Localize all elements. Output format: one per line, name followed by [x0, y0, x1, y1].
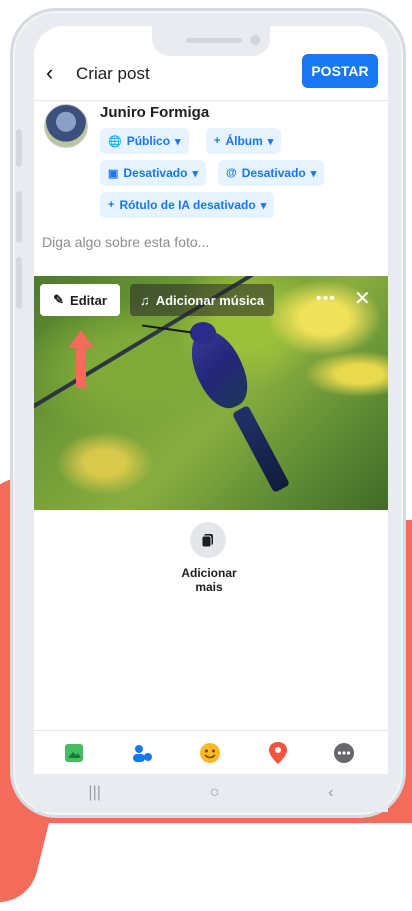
top-bar: ‹ Criar post POSTAR	[34, 54, 388, 96]
pencil-icon: ✎	[53, 292, 65, 307]
plus-icon: +	[214, 135, 221, 147]
recent-apps-icon[interactable]: |||	[88, 784, 100, 802]
caret-down-icon: ▾	[310, 167, 317, 180]
phone-notch	[152, 26, 270, 56]
close-icon[interactable]: ✕	[354, 286, 371, 311]
album-label: Álbum	[225, 134, 263, 148]
threads-icon: @	[226, 167, 237, 179]
audience-label: Público	[126, 134, 171, 148]
add-music-button[interactable]: ♫ Adicionar música	[130, 284, 274, 316]
instagram-label: Desativado	[123, 166, 188, 180]
system-nav-bar: ||| ○ ‹	[34, 774, 388, 812]
album-chip[interactable]: + Álbum ▾	[206, 128, 282, 154]
bottom-toolbar	[34, 730, 388, 774]
add-more-button[interactable]	[190, 522, 226, 558]
more-options-icon[interactable]	[332, 741, 356, 765]
post-button[interactable]: POSTAR	[302, 54, 378, 88]
highlight-arrow-icon	[68, 330, 94, 388]
photo-icon[interactable]	[62, 741, 86, 765]
page-title: Criar post	[76, 64, 150, 83]
app-screen: ‹ Criar post POSTAR Juniro Formiga 🌐 Púb…	[34, 26, 388, 774]
ai-label-text: Rótulo de IA desativado	[119, 198, 256, 212]
photo-preview[interactable]: ✎ Editar ♫ Adicionar música ••• ✕	[34, 276, 388, 510]
photo-bird-head	[190, 322, 216, 344]
instagram-chip[interactable]: ▣ Desativado ▾	[100, 160, 206, 186]
phone-side-button	[16, 191, 22, 243]
add-more-line1: Adicionar	[181, 566, 237, 580]
instagram-icon: ▣	[108, 167, 119, 180]
photo-bird-tail	[231, 405, 291, 493]
caret-down-icon: ▾	[175, 135, 181, 148]
edit-label: Editar	[70, 292, 107, 308]
caret-down-icon: ▾	[192, 167, 198, 180]
edit-button[interactable]: ✎ Editar	[40, 284, 120, 316]
front-camera	[250, 35, 260, 45]
globe-icon: 🌐	[108, 135, 122, 148]
phone-side-button	[16, 257, 22, 309]
divider	[34, 100, 388, 101]
add-music-label: Adicionar música	[155, 292, 265, 308]
add-more-label: Adicionar mais	[164, 566, 254, 594]
audience-chip[interactable]: 🌐 Público ▾	[100, 128, 189, 154]
tag-people-icon[interactable]	[130, 741, 154, 765]
add-more-line2: mais	[195, 580, 223, 594]
home-icon[interactable]: ○	[210, 784, 220, 802]
feeling-icon[interactable]	[198, 741, 222, 765]
caption-input[interactable]: Diga algo sobre esta foto...	[42, 234, 209, 250]
location-icon[interactable]	[266, 741, 290, 765]
threads-label: Desativado	[241, 166, 306, 180]
user-name: Juniro Formiga	[100, 104, 210, 121]
back-arrow-icon[interactable]: ‹	[46, 60, 53, 86]
music-note-icon: ♫	[139, 292, 150, 308]
phone-side-button	[16, 129, 22, 167]
speaker-grille	[186, 38, 242, 43]
back-nav-icon[interactable]: ‹	[328, 784, 333, 802]
caret-down-icon: ▾	[267, 135, 274, 148]
ai-label-chip[interactable]: + Rótulo de IA desativado ▾	[100, 192, 275, 218]
caret-down-icon: ▾	[260, 199, 267, 212]
more-dots-icon[interactable]: •••	[316, 290, 336, 308]
threads-chip[interactable]: @ Desativado ▾	[218, 160, 325, 186]
plus-icon: +	[108, 199, 115, 211]
add-photo-icon	[201, 534, 213, 548]
avatar[interactable]	[44, 104, 88, 148]
